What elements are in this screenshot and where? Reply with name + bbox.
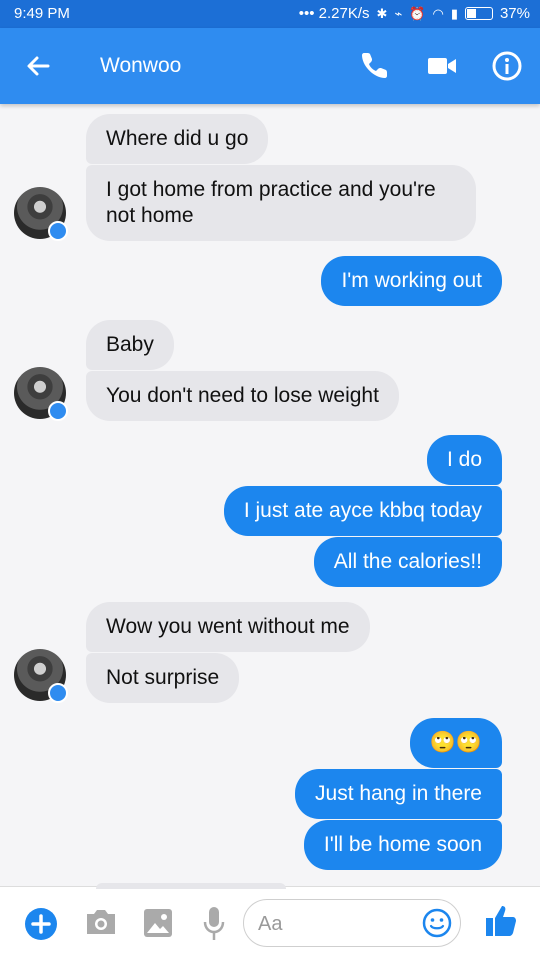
bluetooth-icon: ✱ xyxy=(376,5,388,21)
partial-message-bubble xyxy=(96,883,286,889)
incoming-message[interactable]: You don't need to lose weight xyxy=(86,371,399,421)
alarm-icon: ⏰ xyxy=(409,5,426,21)
messenger-badge-icon xyxy=(48,221,68,241)
incoming-message[interactable]: Wow you went without me xyxy=(86,602,370,652)
contact-name[interactable]: Wonwoo xyxy=(100,54,181,78)
info-icon[interactable] xyxy=(491,50,523,82)
microphone-icon[interactable] xyxy=(202,905,226,943)
battery-percent: 37% xyxy=(499,5,530,22)
mute-icon: ⌁ xyxy=(394,5,403,21)
video-call-icon[interactable] xyxy=(427,55,457,77)
network-speed: ••• 2.27K/s xyxy=(298,5,370,22)
outgoing-message[interactable]: 🙄🙄 xyxy=(409,718,502,768)
outgoing-message[interactable]: I just ate ayce kbbq today xyxy=(223,486,502,536)
status-icons: ••• 2.27K/s ✱ ⌁ ⏰ ◠ ▮ 37% xyxy=(299,5,530,22)
outgoing-message[interactable]: All the calories!! xyxy=(313,537,502,587)
contact-avatar[interactable] xyxy=(14,187,68,241)
back-arrow-icon[interactable] xyxy=(22,50,54,82)
camera-icon[interactable] xyxy=(84,907,118,937)
signal-icon: ▮ xyxy=(450,5,458,21)
outgoing-message[interactable]: I'm working out xyxy=(321,256,502,306)
thumbs-up-icon[interactable] xyxy=(484,903,518,939)
status-bar: 9:49 PM ••• 2.27K/s ✱ ⌁ ⏰ ◠ ▮ 37% xyxy=(0,0,540,28)
conversation-header: Wonwoo xyxy=(0,28,540,104)
contact-avatar[interactable] xyxy=(14,367,68,421)
wifi-icon: ◠ xyxy=(432,5,444,21)
contact-avatar[interactable] xyxy=(14,649,68,703)
incoming-message[interactable]: Not surprise xyxy=(86,653,240,703)
composer-bar: Aa xyxy=(0,883,540,961)
incoming-message[interactable]: I got home from practice and you're not … xyxy=(86,165,476,241)
message-input[interactable]: Aa xyxy=(243,899,461,947)
messenger-badge-icon xyxy=(48,683,68,703)
plus-icon[interactable] xyxy=(24,907,58,941)
gallery-icon[interactable] xyxy=(142,907,174,939)
incoming-message[interactable]: Where did u go xyxy=(86,114,269,164)
messenger-badge-icon xyxy=(48,401,68,421)
message-input-placeholder: Aa xyxy=(258,913,283,935)
battery-icon xyxy=(464,7,493,20)
phone-call-icon[interactable] xyxy=(360,50,390,80)
outgoing-message[interactable]: I do xyxy=(426,435,502,485)
outgoing-message[interactable]: Just hang in there xyxy=(295,769,502,819)
status-time: 9:49 PM xyxy=(14,5,70,22)
outgoing-message[interactable]: I'll be home soon xyxy=(303,820,502,870)
incoming-message[interactable]: Baby xyxy=(86,320,174,370)
emoji-icon[interactable] xyxy=(422,908,452,938)
message-thread[interactable]: Where did u go I got home from practice … xyxy=(0,104,540,886)
